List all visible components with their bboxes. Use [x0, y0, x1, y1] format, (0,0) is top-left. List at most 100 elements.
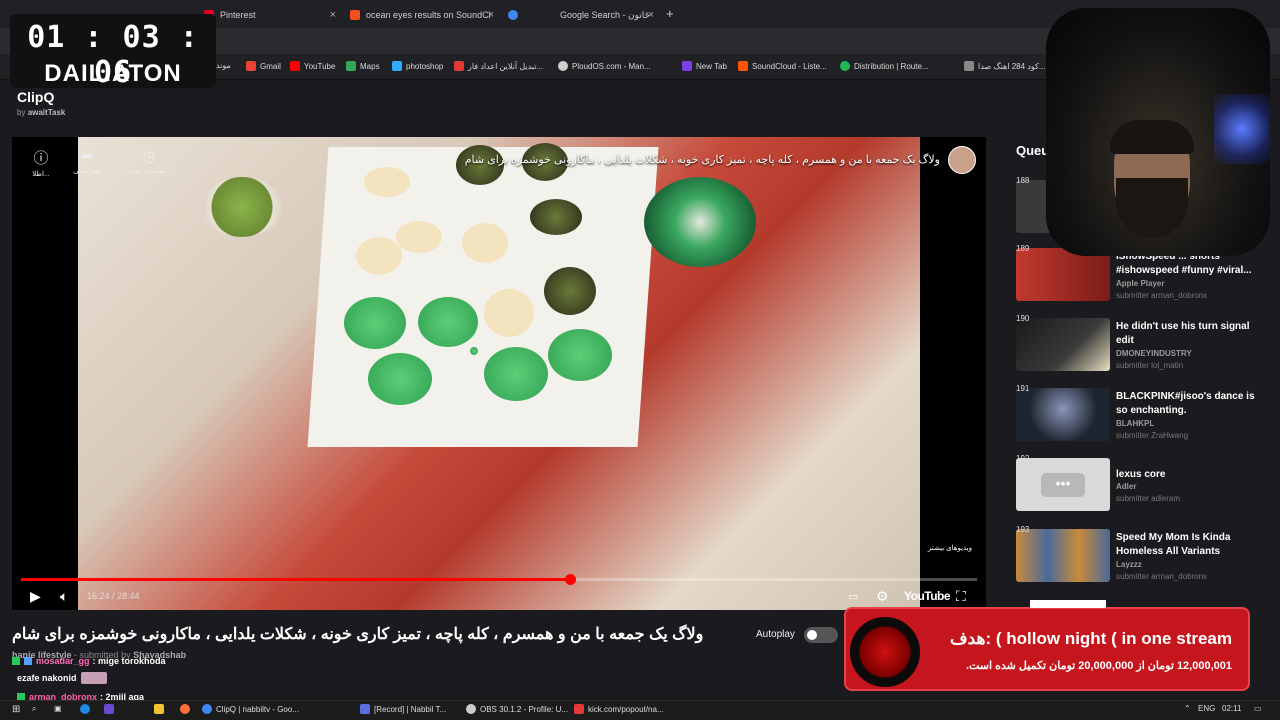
video-overlay-title[interactable]: ولاگ یک جمعه با من و همسرم ، کله پاچه ، … — [465, 153, 940, 166]
maps-icon — [346, 61, 356, 71]
chrome-icon — [202, 704, 212, 714]
photoshop-icon — [392, 61, 402, 71]
parchment-paper — [307, 147, 659, 447]
streamer-hair — [1110, 120, 1194, 154]
bookmark-distribution[interactable]: Distribution | Route... — [840, 61, 929, 71]
start-icon[interactable]: ⊞ — [12, 704, 20, 715]
queue-submitter: submitter adleram — [1116, 494, 1181, 503]
queue-thumbnail — [1016, 529, 1110, 582]
bookmark-soundcloud[interactable]: SoundCloud - Liste... — [738, 61, 827, 71]
watch-later-icon: ◷ — [142, 148, 156, 165]
green-chocolate-disc — [548, 329, 612, 381]
video-title: ولاگ یک جمعه با من و همسرم ، کله پاچه ، … — [12, 626, 704, 643]
video-player[interactable]: ⓘ اطلا... ➦ هم‌رسانی ◷ تماشای بعدی... ول… — [12, 137, 986, 610]
progress-bar[interactable] — [21, 574, 977, 585]
tab-soundcloud[interactable]: ocean eyes results on SoundCl × — [342, 4, 500, 26]
close-icon[interactable]: × — [648, 9, 654, 21]
edge-icon[interactable] — [80, 704, 94, 714]
queue-number: 188 — [1016, 176, 1030, 185]
more-videos-button[interactable]: ویدیوهای بیشتر — [923, 541, 976, 555]
queue-submitter: submitter ZraHwang — [1116, 431, 1189, 440]
app-author[interactable]: awaitTask — [28, 108, 66, 117]
queue-item[interactable]: 193 Speed My Mom Is Kinda Homeless All V… — [1016, 525, 1266, 585]
queue-title: He didn't use his turn signal edit — [1116, 321, 1250, 346]
video-frame[interactable] — [78, 137, 920, 610]
queue-item[interactable]: 191 BLACKPINK#jisoo's dance is so enchan… — [1016, 384, 1266, 444]
bookmark-gmail[interactable]: Gmail — [246, 61, 281, 71]
folder-icon[interactable] — [154, 704, 168, 714]
search-icon[interactable]: ⌕ — [32, 704, 36, 714]
donation-goal-widget: هدف: ( hollow night ( in one stream 12,0… — [844, 607, 1250, 691]
chat-username[interactable]: mosadar_gg — [36, 656, 90, 666]
queue-title: Speed My Mom Is Kinda Homeless All Varia… — [1116, 532, 1231, 557]
goal-progress-text: 12,000,001 تومان از 20,000,000 تومان تکم… — [965, 660, 1232, 672]
gmail-icon — [246, 61, 256, 71]
chat-emote — [80, 672, 107, 684]
green-chocolate-disc — [418, 297, 478, 347]
notification-icon[interactable]: ▭ — [1254, 704, 1262, 713]
app-icon — [360, 704, 370, 714]
queue-number: 191 — [1016, 384, 1030, 393]
pistachio-bowl — [202, 177, 282, 237]
queue-thumbnail — [1016, 388, 1110, 441]
queue-number: 193 — [1016, 525, 1030, 534]
bookmark-new-tab[interactable]: New Tab — [682, 61, 727, 71]
app-byline: by awaitTask — [17, 108, 66, 117]
queue-channel: Apple Player — [1116, 279, 1165, 288]
taskbar-item-obs[interactable]: OBS 30.1.2 - Profile: U... — [466, 704, 568, 714]
fullscreen-icon[interactable]: ⛶ — [956, 588, 966, 605]
play-icon[interactable]: ▶ — [30, 588, 41, 605]
language-indicator[interactable]: ENG — [1198, 704, 1215, 713]
queue-item[interactable]: 192 ••• lexus core Adler submitter adler… — [1016, 454, 1266, 514]
close-icon[interactable]: × — [488, 9, 494, 21]
progress-fill — [21, 578, 570, 581]
queue-number: 190 — [1016, 314, 1030, 323]
youtube-icon — [290, 61, 300, 71]
new-tab-button[interactable]: + — [666, 6, 674, 21]
sharingan-logo-icon — [850, 617, 920, 687]
white-chocolate-disc — [356, 237, 402, 275]
close-icon[interactable]: × — [330, 9, 336, 21]
queue-channel: BLAHKPL — [1116, 419, 1155, 428]
task-view-icon[interactable]: ▣ — [54, 704, 62, 713]
queue-item[interactable]: 189 IShowSpeed ... shorts #ishowspeed #f… — [1016, 244, 1266, 304]
settings-gear-icon[interactable]: ⚙ — [876, 588, 889, 605]
bookmark-ploudos[interactable]: PloudOS.com - Man... — [558, 61, 651, 71]
tray-chevron-icon[interactable]: ⌃ — [1184, 704, 1191, 713]
taskbar-item-kick[interactable]: kick.com/popout/na... — [574, 704, 664, 714]
queue-title: lexus core — [1116, 469, 1166, 480]
youtube-logo[interactable]: YouTube — [904, 589, 951, 603]
green-chocolate-disc — [484, 347, 548, 401]
taskbar-item-clipq[interactable]: ClipQ | nabbiltv - Goo... — [202, 704, 299, 714]
streamer-beard — [1116, 178, 1188, 238]
spotify-icon — [840, 61, 850, 71]
share-button[interactable]: ➦ هم‌رسانی — [64, 147, 110, 175]
reaper-icon[interactable] — [104, 704, 118, 714]
green-chocolate-disc — [344, 297, 406, 349]
queue-submitter: submitter lol_matin — [1116, 361, 1184, 370]
bookmark-youtube[interactable]: YouTube — [290, 61, 335, 71]
bookmark-prefix[interactable]: موند — [216, 61, 231, 70]
queue-submitter: submitter arman_dobronx — [1116, 291, 1208, 300]
bookmark-music[interactable]: کود 284 اهنگ صدا... — [964, 61, 1045, 71]
queue-item[interactable]: 190 He didn't use his turn signal edit D… — [1016, 314, 1266, 374]
tab-google[interactable]: Google Search - ځاتون × — [500, 4, 660, 26]
google-icon — [508, 10, 518, 20]
goal-title: هدف: ( hollow night ( in one stream — [949, 629, 1232, 648]
firefox-icon[interactable] — [180, 704, 194, 714]
queue-number: 192 — [1016, 454, 1030, 463]
bookmark-photoshop[interactable]: photoshop — [392, 61, 443, 71]
subtitles-icon[interactable]: ▭ — [848, 590, 858, 603]
chat-badge-icon — [24, 657, 32, 665]
green-chocolate-disc — [470, 347, 478, 355]
clock[interactable]: 02:11 — [1222, 704, 1241, 713]
bookmark-persian-numbers[interactable]: تبدیل آنلاین اعداد فار... — [454, 61, 543, 71]
bookmark-maps[interactable]: Maps — [346, 61, 380, 71]
volume-icon[interactable]: 🔈︎ — [60, 588, 68, 605]
more-dots-icon: ••• — [1041, 472, 1085, 497]
watch-later-button[interactable]: ◷ تماشای بعدی... — [124, 147, 174, 175]
tab-pinterest[interactable]: Pinterest × — [196, 4, 342, 26]
channel-avatar[interactable] — [948, 146, 976, 174]
info-button[interactable]: ⓘ اطلا... — [18, 147, 64, 178]
taskbar-item-record[interactable]: [Record] | Nabbil T... — [360, 704, 446, 714]
